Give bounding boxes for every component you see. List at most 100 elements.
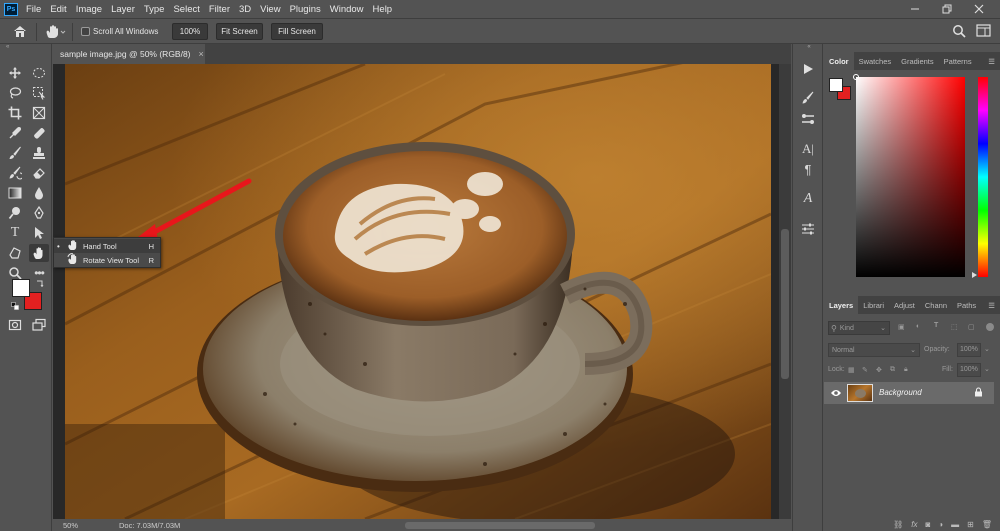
eraser-tool-icon[interactable] <box>29 164 49 182</box>
opacity-input[interactable]: 100% <box>957 343 981 357</box>
tab-swatches[interactable]: Swatches <box>854 52 897 70</box>
flyout-item-hand-tool[interactable]: • Hand Tool H <box>54 239 160 253</box>
layer-lock-icon[interactable] <box>974 387 983 399</box>
menu-layer[interactable]: Layer <box>111 4 135 15</box>
layers-panel-menu-icon[interactable]: ☰ <box>983 296 1000 314</box>
lasso-tool-icon[interactable] <box>5 84 25 102</box>
screen-mode-icon[interactable] <box>29 316 49 334</box>
collapse-panel-icon[interactable]: « <box>6 44 46 50</box>
add-mask-icon[interactable]: ◙ <box>925 520 930 529</box>
tab-channels[interactable]: Chann <box>920 296 952 314</box>
menu-help[interactable]: Help <box>373 4 393 15</box>
paragraph-icon[interactable]: ¶ <box>798 160 818 178</box>
search-icon[interactable] <box>952 24 966 38</box>
vertical-scroll-thumb[interactable] <box>781 229 789 379</box>
tab-layers[interactable]: Layers <box>824 296 859 314</box>
hand-tool-icon[interactable] <box>29 244 49 262</box>
lock-image-icon[interactable]: ✎ <box>862 366 868 374</box>
menu-3d[interactable]: 3D <box>239 4 251 15</box>
brush-settings-icon[interactable] <box>798 89 818 107</box>
menu-type[interactable]: Type <box>144 4 165 15</box>
blend-mode-select[interactable]: Normal ⌄ <box>828 343 920 357</box>
filter-shape-icon[interactable]: ⬚ <box>951 323 958 331</box>
layer-style-icon[interactable]: fx <box>911 520 917 529</box>
brush-tool-icon[interactable] <box>5 144 25 162</box>
tab-close-icon[interactable]: × <box>199 49 204 59</box>
hand-tool-preset-icon[interactable] <box>44 23 66 40</box>
color-picker-field[interactable] <box>853 74 965 277</box>
foreground-color-swatch-top[interactable] <box>12 279 30 297</box>
color-picker-cursor[interactable] <box>853 74 859 80</box>
play-actions-icon[interactable] <box>798 60 818 78</box>
tab-libraries[interactable]: Librari <box>858 296 889 314</box>
new-group-icon[interactable]: ▬ <box>951 520 959 529</box>
fill-input[interactable]: 100% <box>957 363 981 377</box>
type-tool-icon[interactable]: T <box>5 224 25 242</box>
zoom-100-button[interactable]: 100% <box>172 23 208 40</box>
minimize-icon[interactable] <box>900 0 930 18</box>
move-tool-icon[interactable] <box>5 64 25 82</box>
crop-tool-icon[interactable] <box>5 104 25 122</box>
shape-tool-icon[interactable] <box>5 244 25 262</box>
link-layers-icon[interactable]: ⛓ <box>893 520 903 529</box>
horizontal-scroll-thumb[interactable] <box>405 522 595 529</box>
close-icon[interactable] <box>964 0 994 18</box>
layer-name[interactable]: Background <box>879 388 922 397</box>
home-icon[interactable] <box>12 24 28 39</box>
clone-stamp-tool-icon[interactable] <box>29 144 49 162</box>
menu-view[interactable]: View <box>260 4 280 15</box>
gradient-tool-icon[interactable] <box>5 184 25 202</box>
filter-type-icon[interactable]: T <box>934 322 938 329</box>
path-selection-tool-icon[interactable] <box>29 224 49 242</box>
menu-image[interactable]: Image <box>76 4 102 15</box>
frame-tool-icon[interactable] <box>29 104 49 122</box>
menu-filter[interactable]: Filter <box>209 4 230 15</box>
chevron-down-icon[interactable]: ⌄ <box>984 365 990 373</box>
tab-patterns[interactable]: Patterns <box>939 52 977 70</box>
adjustment-layer-icon[interactable]: ◑ <box>938 520 943 529</box>
panel-menu-icon[interactable]: ☰ <box>983 52 1000 70</box>
object-selection-tool-icon[interactable] <box>29 84 49 102</box>
layer-row[interactable]: Background <box>824 382 994 404</box>
quick-mask-icon[interactable] <box>5 316 25 334</box>
menu-file[interactable]: File <box>26 4 41 15</box>
swap-colors-icon[interactable] <box>36 279 44 288</box>
healing-brush-tool-icon[interactable] <box>29 124 49 142</box>
lock-artboard-icon[interactable]: ⧉ <box>890 366 895 374</box>
collapse-dock-icon[interactable]: « <box>797 44 821 50</box>
menu-edit[interactable]: Edit <box>50 4 66 15</box>
properties-icon[interactable] <box>798 220 818 238</box>
filter-adjustment-icon[interactable]: ◐ <box>916 323 920 330</box>
layer-filter-kind[interactable]: ⚲ Kind ⌄ <box>828 321 890 335</box>
hue-slider[interactable] <box>978 77 988 277</box>
filter-toggle-icon[interactable] <box>986 323 994 331</box>
menu-plugins[interactable]: Plugins <box>290 4 321 15</box>
document-info[interactable]: Doc: 7.03M/7.03M <box>119 521 180 530</box>
dodge-tool-icon[interactable] <box>5 204 25 222</box>
lock-position-icon[interactable]: ✥ <box>876 366 882 374</box>
zoom-level[interactable]: 50% <box>63 521 78 530</box>
brushes-icon[interactable] <box>798 110 818 128</box>
filter-smart-object-icon[interactable]: ▢ <box>968 323 975 331</box>
blur-tool-icon[interactable] <box>29 184 49 202</box>
tab-paths[interactable]: Paths <box>952 296 981 314</box>
delete-layer-icon[interactable]: 🗑︎ <box>982 520 992 529</box>
tab-adjustments[interactable]: Adjust <box>889 296 920 314</box>
vertical-scrollbar[interactable] <box>779 64 791 519</box>
filter-pixel-icon[interactable]: ▣ <box>898 323 905 331</box>
lock-all-icon[interactable]: 🔒︎ <box>904 366 908 374</box>
fill-screen-button[interactable]: Fill Screen <box>271 23 323 40</box>
menu-select[interactable]: Select <box>173 4 199 15</box>
tab-gradients[interactable]: Gradients <box>896 52 939 70</box>
restore-icon[interactable] <box>932 0 962 18</box>
eyedropper-tool-icon[interactable] <box>5 124 25 142</box>
tab-color[interactable]: Color <box>824 52 854 70</box>
character-icon[interactable]: A| <box>798 140 818 158</box>
scroll-all-windows-checkbox[interactable] <box>81 27 90 36</box>
pen-tool-icon[interactable] <box>29 204 49 222</box>
menu-window[interactable]: Window <box>330 4 364 15</box>
marquee-tool-icon[interactable] <box>29 64 49 82</box>
fit-screen-button[interactable]: Fit Screen <box>216 23 263 40</box>
document-tab[interactable]: sample image.jpg @ 50% (RGB/8) × <box>53 44 205 64</box>
chevron-down-icon[interactable]: ⌄ <box>984 345 990 353</box>
